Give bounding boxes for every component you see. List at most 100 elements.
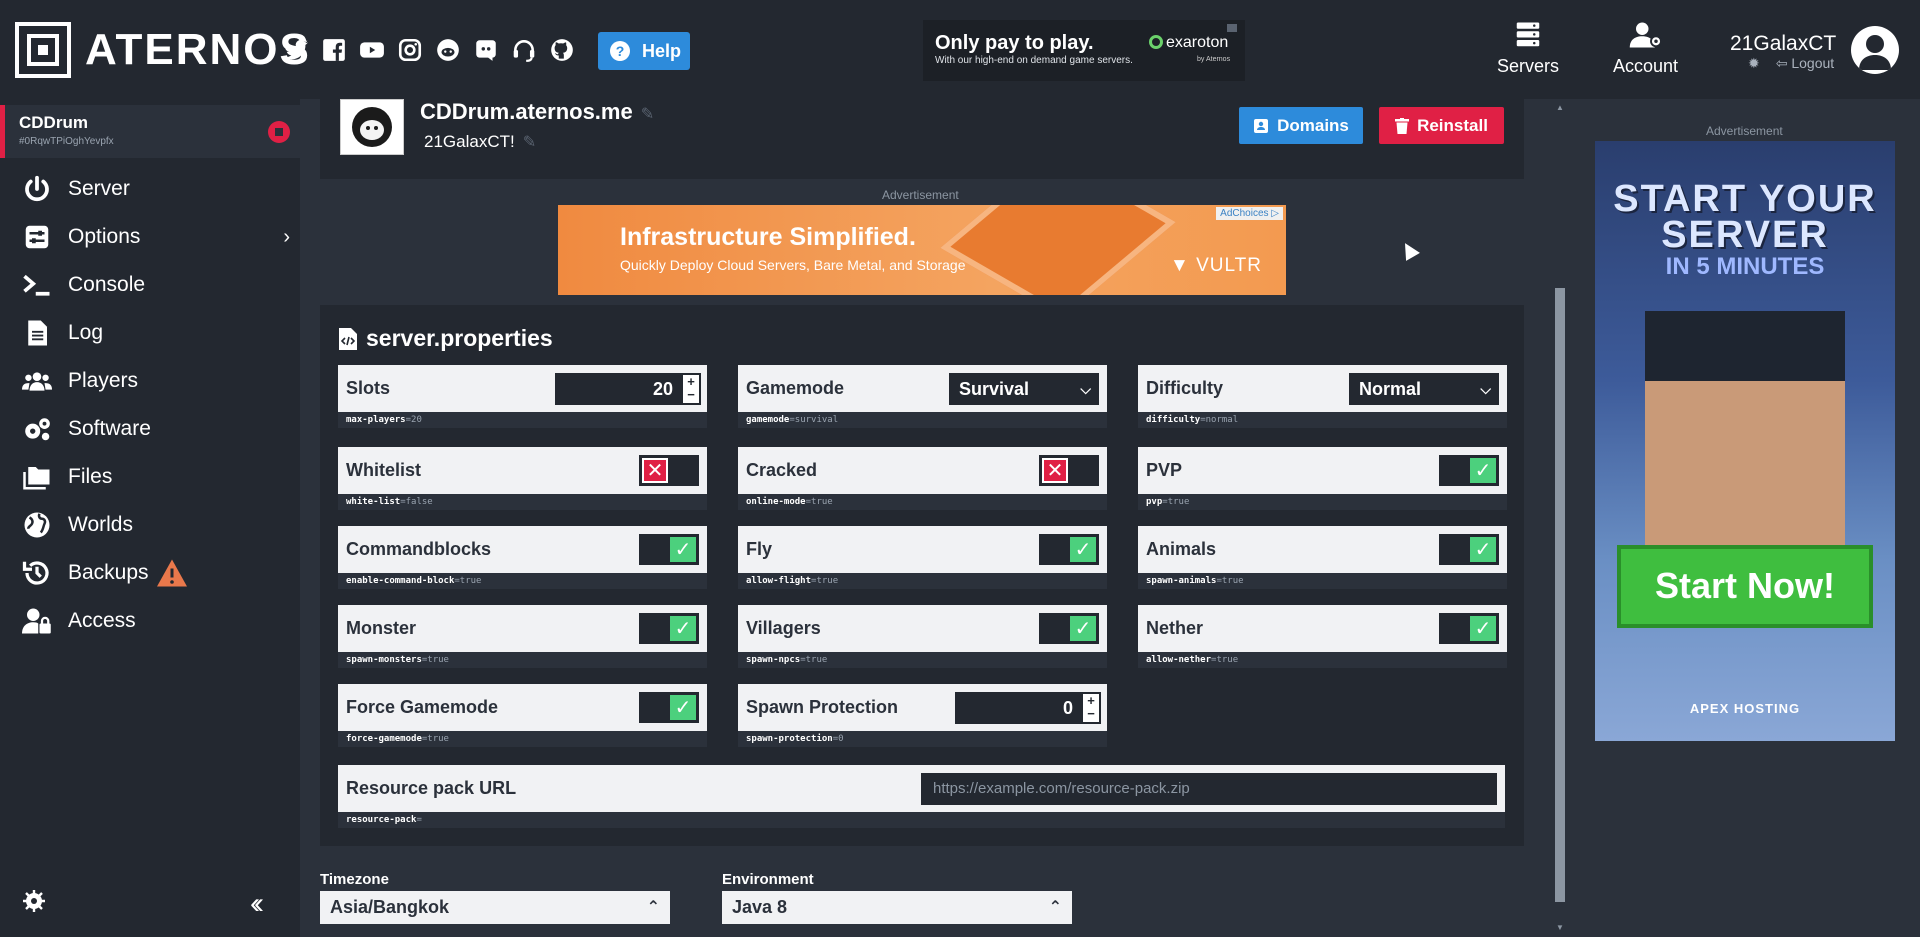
property-label: Cracked — [746, 460, 818, 480]
property-animals: Animals ✓ spawn-animals=true — [1138, 526, 1507, 589]
discord-icon[interactable] — [472, 36, 500, 64]
adchoices-badge[interactable]: AdChoices ▷ — [1216, 207, 1283, 220]
sidebar-item-worlds[interactable]: Worlds — [0, 501, 300, 549]
key-name: pvp — [1146, 497, 1163, 507]
edit-motd-pencil-icon[interactable]: ✎ — [523, 134, 536, 151]
reddit-icon[interactable] — [434, 36, 462, 64]
resource-pack-url-input[interactable]: https://example.com/resource-pack.zip — [921, 773, 1497, 805]
logout-label: Logout — [1791, 55, 1835, 71]
property-box: Animals ✓ — [1138, 526, 1507, 573]
sidebar-item-label: Backups — [68, 561, 149, 584]
server-motd: 21GalaxCT! ✎ — [424, 132, 536, 152]
mid-ad-brand: ▼ VULTR — [1170, 255, 1262, 277]
server-status-stop-icon[interactable] — [268, 121, 290, 143]
collapse-sidebar-icon[interactable]: ‹‹ — [250, 887, 264, 921]
key-value: true — [459, 576, 482, 586]
help-button[interactable]: ? Help — [598, 32, 690, 70]
property-key: force-gamemode=true — [338, 731, 707, 747]
scroll-up-arrow-icon[interactable]: ▲ — [1556, 103, 1564, 112]
ad-character-image — [1645, 311, 1845, 571]
server-motd-text: 21GalaxCT! — [424, 132, 515, 151]
slots-value: 20 — [652, 379, 673, 399]
sidebar-item-backups[interactable]: Backups — [0, 549, 300, 597]
sidebar-item-players[interactable]: Players — [0, 357, 300, 405]
pvp-toggle[interactable]: ✓ — [1439, 455, 1499, 486]
side-ad-line1: START YOUR SERVER — [1613, 178, 1877, 256]
top-advertisement[interactable]: Only pay to play. With our high-end on d… — [923, 20, 1245, 81]
avatar[interactable] — [1851, 26, 1899, 74]
check-icon: ✓ — [670, 695, 696, 720]
sidebar-item-options[interactable]: Options › — [0, 213, 300, 261]
edit-address-pencil-icon[interactable]: ✎ — [641, 106, 654, 123]
middle-advertisement[interactable]: Infrastructure Simplified. Quickly Deplo… — [558, 205, 1286, 295]
ad-close-icon[interactable] — [1227, 24, 1237, 32]
aternos-logo[interactable]: ATERNOS — [15, 22, 311, 78]
property-box: Whitelist ✕ — [338, 447, 707, 494]
environment-select[interactable]: Java 8 ⌃ — [722, 891, 1072, 924]
current-server[interactable]: CDDrum #0RqwTPiOghYevpfx — [0, 105, 300, 158]
scrollbar-thumb[interactable] — [1555, 288, 1565, 902]
file-code-icon — [339, 327, 357, 350]
start-now-button[interactable]: Start Now! — [1617, 545, 1873, 628]
key-value: normal — [1205, 415, 1239, 425]
sidebar-item-server[interactable]: Server — [0, 165, 300, 213]
x-icon: ✕ — [1042, 458, 1068, 483]
sidebar-item-files[interactable]: Files — [0, 453, 300, 501]
villagers-toggle[interactable]: ✓ — [1039, 613, 1099, 644]
property-nether: Nether ✓ allow-nether=true — [1138, 605, 1507, 668]
property-key: enable-command-block=true — [338, 573, 707, 589]
sidebar-item-software[interactable]: Software — [0, 405, 300, 453]
timezone-select[interactable]: Asia/Bangkok ⌃ — [320, 891, 670, 924]
monster-toggle[interactable]: ✓ — [639, 613, 699, 644]
adchoices-label: AdChoices — [1220, 208, 1269, 219]
logout-link[interactable]: ⇦ Logout — [1776, 55, 1834, 72]
main-scrollbar[interactable]: ▲ ▼ — [1553, 103, 1567, 937]
property-label: Monster — [346, 618, 417, 638]
twitter-icon[interactable] — [282, 36, 310, 64]
support-icon[interactable] — [510, 36, 538, 64]
plus-minus-icon[interactable]: + − — [683, 375, 699, 403]
difficulty-select[interactable]: Normal ⌵ — [1349, 373, 1499, 405]
youtube-icon[interactable] — [358, 36, 386, 64]
property-slots: Slots 20 + − max-players=20 — [338, 365, 707, 428]
sidebar-item-log[interactable]: Log — [0, 309, 300, 357]
nav-servers[interactable]: Servers — [1497, 20, 1559, 77]
property-box: Commandblocks ✓ — [338, 526, 707, 573]
animals-toggle[interactable]: ✓ — [1439, 534, 1499, 565]
github-icon[interactable] — [548, 36, 576, 64]
facebook-icon[interactable] — [320, 36, 348, 64]
property-label: Gamemode — [746, 378, 845, 398]
force-gamemode-toggle[interactable]: ✓ — [639, 692, 699, 723]
property-force-gamemode: Force Gamemode ✓ force-gamemode=true — [338, 684, 707, 747]
domains-button[interactable]: Domains — [1239, 107, 1363, 144]
instagram-icon[interactable] — [396, 36, 424, 64]
property-box: Force Gamemode ✓ — [338, 684, 707, 731]
theme-settings-icon[interactable] — [22, 889, 46, 913]
server-icon[interactable] — [340, 99, 404, 155]
spawn-protection-stepper[interactable]: 0 + − — [955, 692, 1101, 724]
side-advertisement[interactable]: START YOUR SERVER IN 5 MINUTES Start Now… — [1595, 141, 1895, 741]
social-links — [282, 36, 576, 64]
gamemode-select[interactable]: Survival ⌵ — [949, 373, 1099, 405]
property-commandblocks: Commandblocks ✓ enable-command-block=tru… — [338, 526, 707, 589]
top-bar: ATERNOS ? Help Only pay to play. With ou… — [0, 0, 1920, 99]
commandblocks-toggle[interactable]: ✓ — [639, 534, 699, 565]
check-icon: ✓ — [1070, 537, 1096, 562]
property-key: white-list=false — [338, 494, 707, 510]
plus-minus-icon[interactable]: + − — [1083, 694, 1099, 722]
whitelist-toggle[interactable]: ✕ — [639, 455, 699, 486]
power-icon — [25, 175, 49, 202]
scroll-down-arrow-icon[interactable]: ▼ — [1556, 923, 1564, 932]
slots-stepper[interactable]: 20 + − — [555, 373, 701, 405]
property-key: spawn-animals=true — [1138, 573, 1507, 589]
nav-account[interactable]: Account — [1613, 20, 1678, 77]
server-properties-panel: server.properties Slots 20 + − max-players… — [320, 305, 1524, 846]
sidebar-item-access[interactable]: Access — [0, 597, 300, 645]
sidebar-item-console[interactable]: Console — [0, 261, 300, 309]
fly-toggle[interactable]: ✓ — [1039, 534, 1099, 565]
reinstall-button[interactable]: Reinstall — [1379, 107, 1504, 144]
nether-toggle[interactable]: ✓ — [1439, 613, 1499, 644]
user-settings-icon[interactable]: ✹ — [1748, 55, 1760, 72]
cracked-toggle[interactable]: ✕ — [1039, 455, 1099, 486]
nav-account-label: Account — [1613, 56, 1679, 76]
